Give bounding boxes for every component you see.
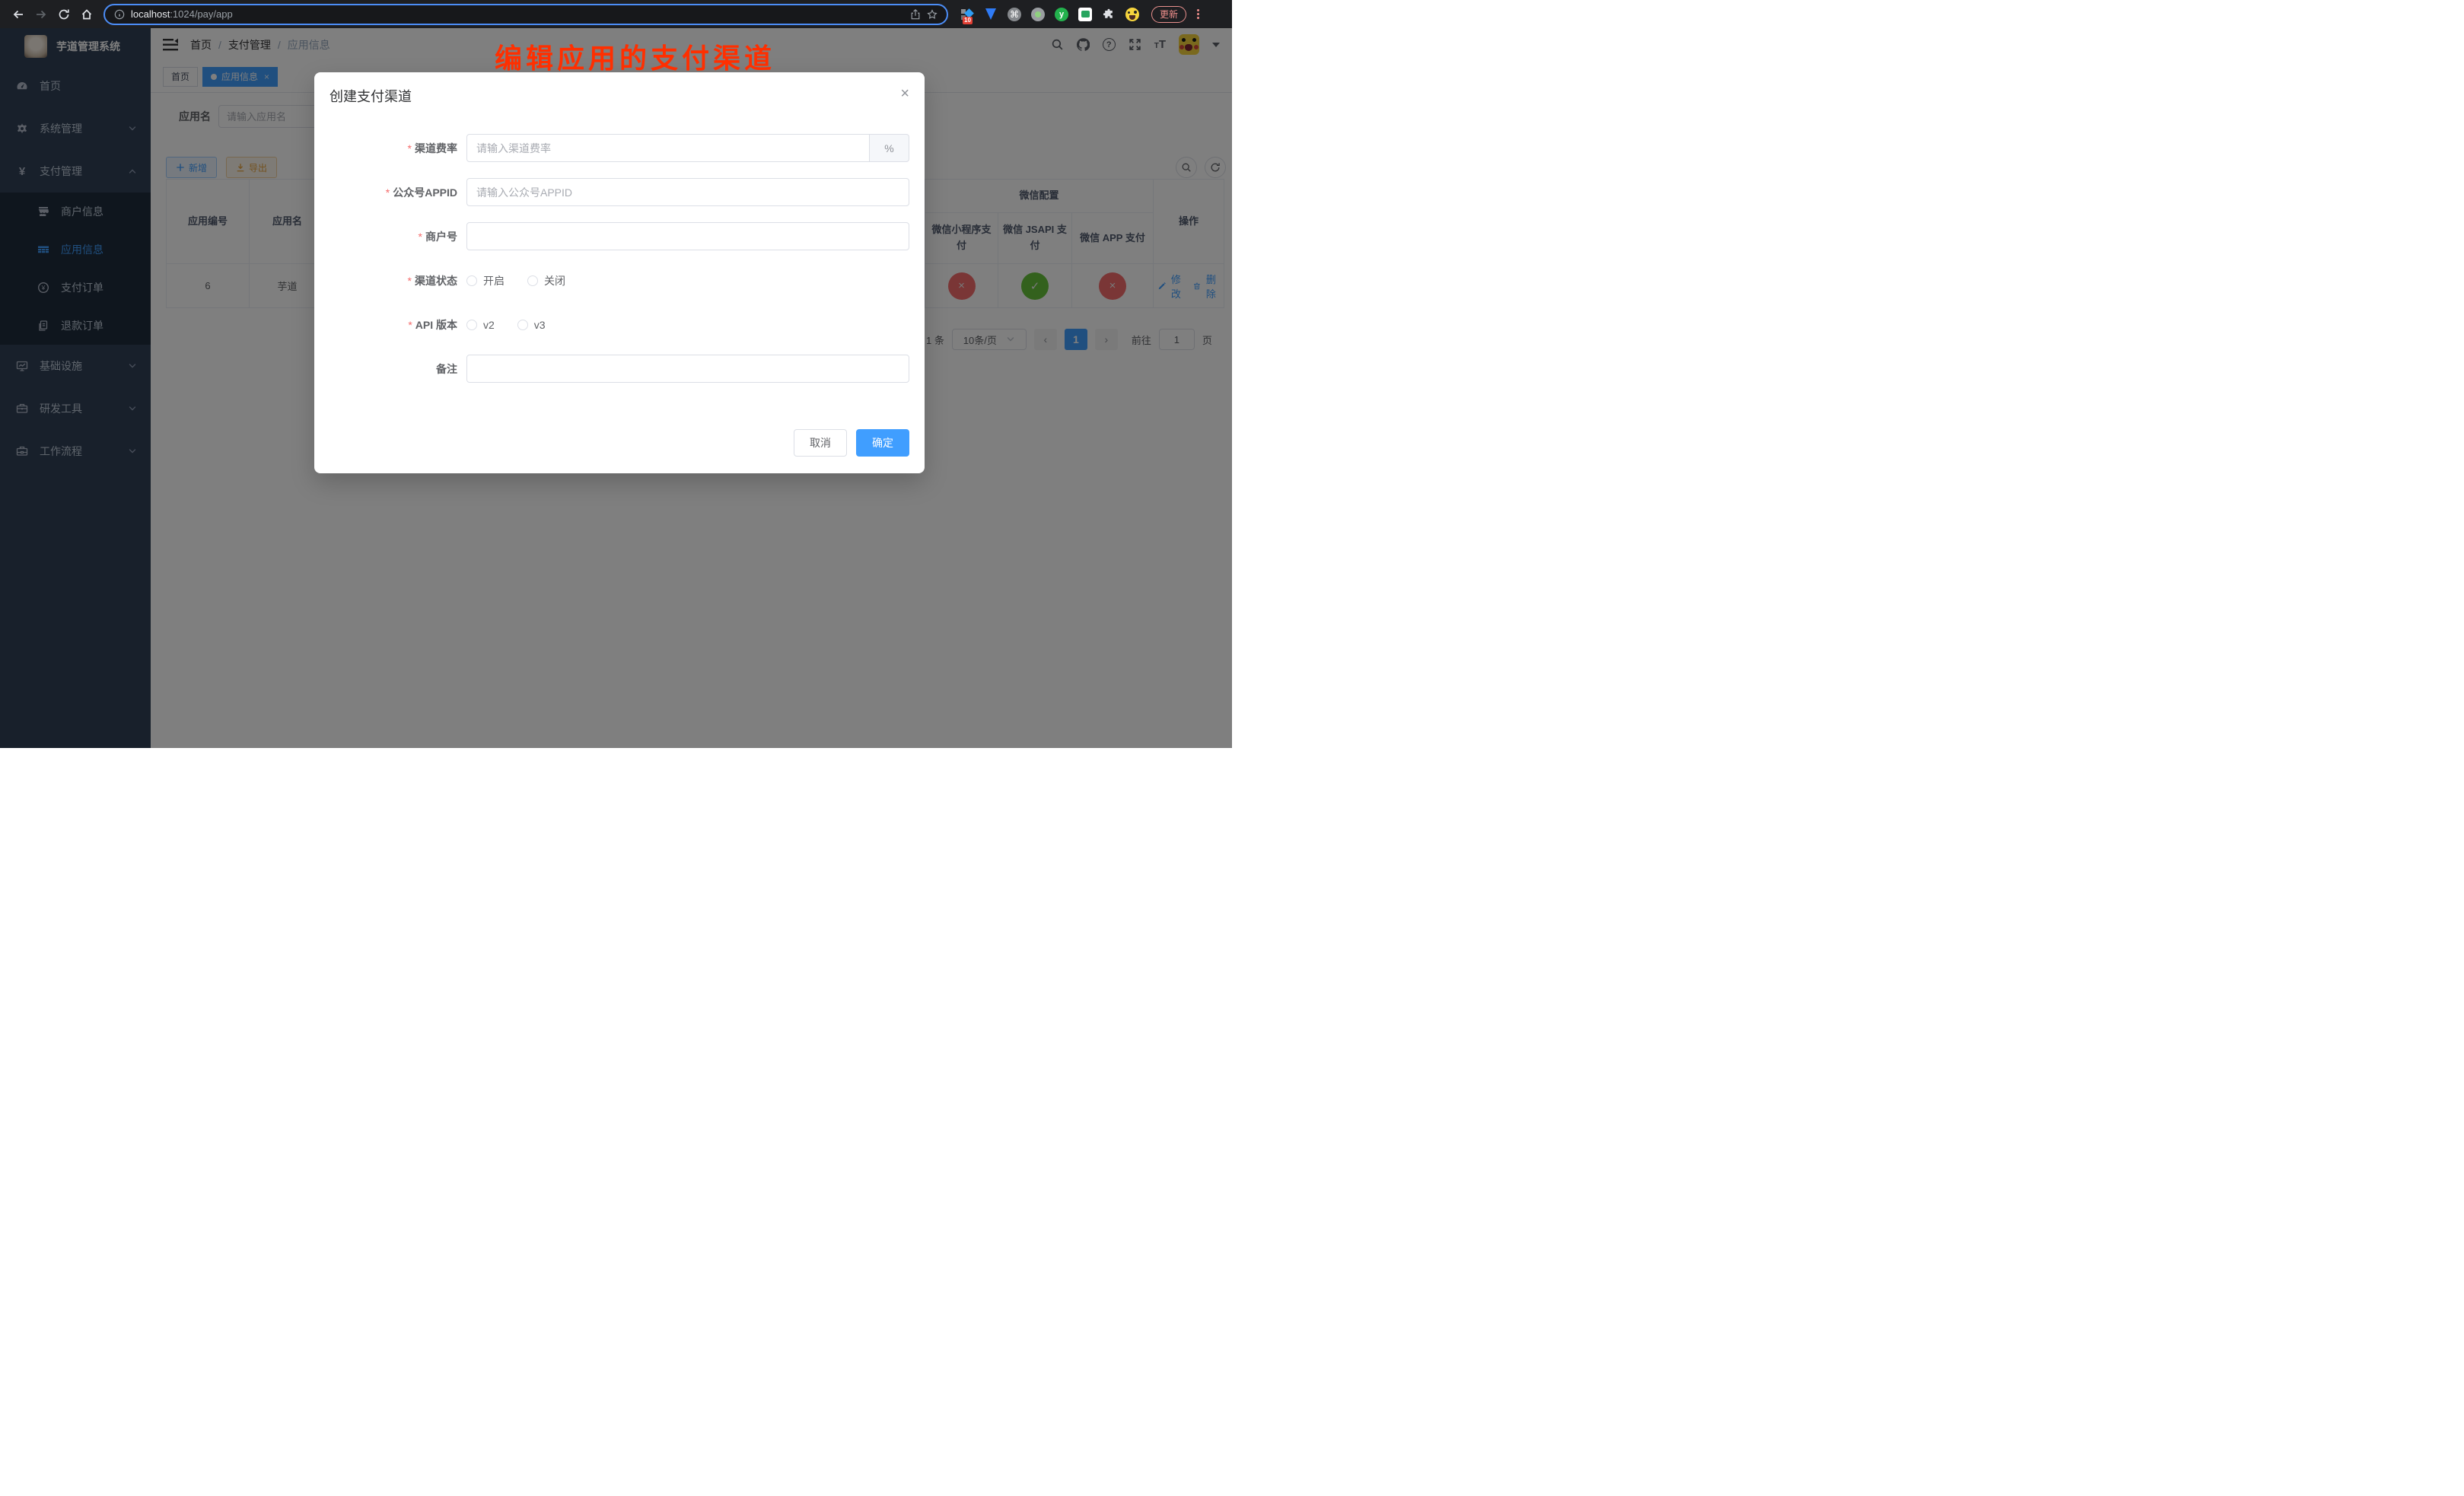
confirm-button[interactable]: 确定 xyxy=(856,429,909,457)
form-row-appid: *公众号APPID xyxy=(329,178,909,206)
percent-suffix: % xyxy=(870,134,909,162)
required-asterisk: * xyxy=(419,231,422,243)
browser-toolbar: localhost:1024/pay/app 10 ⌘ y xyxy=(0,0,1232,28)
radio-circle-icon xyxy=(517,320,528,330)
url-text: localhost:1024/pay/app xyxy=(131,8,233,20)
channel-status-radio-group: 开启 关闭 xyxy=(466,273,565,288)
share-icon[interactable] xyxy=(910,9,921,20)
field-label: 渠道状态 xyxy=(415,275,457,287)
dialog-form: *渠道费率 % *公众号APPID *商户号 *渠道状态 xyxy=(329,134,909,383)
extension-row: 10 ⌘ y xyxy=(960,8,1139,21)
extension-recorder-icon[interactable] xyxy=(1031,8,1045,21)
browser-menu-icon[interactable] xyxy=(1195,8,1201,21)
extension-chat-icon[interactable] xyxy=(1078,8,1092,21)
tutorial-annotation: 编辑应用的支付渠道 xyxy=(495,37,775,76)
dialog-title: 创建支付渠道 xyxy=(329,88,909,107)
remark-input[interactable] xyxy=(466,355,909,383)
form-row-fee-rate: *渠道费率 % xyxy=(329,134,909,162)
field-label: 商户号 xyxy=(425,231,457,243)
extension-wallet-icon[interactable]: 10 xyxy=(960,8,974,21)
merchant-id-input[interactable] xyxy=(466,222,909,250)
required-asterisk: * xyxy=(408,275,412,287)
required-asterisk: * xyxy=(386,186,390,199)
radio-v3[interactable]: v3 xyxy=(517,319,546,331)
close-icon[interactable]: × xyxy=(900,86,909,101)
appid-input[interactable] xyxy=(466,178,909,206)
bookmark-star-icon[interactable] xyxy=(927,9,938,20)
radio-circle-icon xyxy=(527,275,538,286)
required-asterisk: * xyxy=(408,319,412,331)
browser-back-icon[interactable] xyxy=(8,4,29,25)
field-label: 备注 xyxy=(436,363,457,375)
profile-avatar-icon[interactable] xyxy=(1125,8,1139,21)
fee-rate-input[interactable] xyxy=(466,134,870,162)
browser-home-icon[interactable] xyxy=(76,4,97,25)
form-row-channel-status: *渠道状态 开启 关闭 xyxy=(329,266,909,294)
form-row-remark: 备注 xyxy=(329,355,909,383)
create-pay-channel-dialog: 创建支付渠道 × *渠道费率 % *公众号APPID *商户号 * xyxy=(314,72,925,473)
radio-v2[interactable]: v2 xyxy=(466,319,495,331)
form-row-merchant-id: *商户号 xyxy=(329,222,909,250)
extension-command-icon[interactable]: ⌘ xyxy=(1008,8,1021,21)
field-label: 公众号APPID xyxy=(393,186,457,199)
site-info-icon[interactable] xyxy=(114,9,125,20)
extension-y-icon[interactable]: y xyxy=(1055,8,1068,21)
radio-enable[interactable]: 开启 xyxy=(466,273,505,288)
cancel-button[interactable]: 取消 xyxy=(794,429,847,457)
browser-forward-icon[interactable] xyxy=(30,4,52,25)
browser-reload-icon[interactable] xyxy=(53,4,75,25)
required-asterisk: * xyxy=(408,142,412,154)
api-version-radio-group: v2 v3 xyxy=(466,319,546,331)
field-label: API 版本 xyxy=(415,319,457,331)
address-bar[interactable]: localhost:1024/pay/app xyxy=(103,4,948,25)
extension-kite-icon[interactable] xyxy=(984,8,998,21)
form-row-api-version: *API 版本 v2 v3 xyxy=(329,310,909,339)
browser-update-button[interactable]: 更新 xyxy=(1151,6,1186,23)
extensions-puzzle-icon[interactable] xyxy=(1102,8,1116,21)
radio-disable[interactable]: 关闭 xyxy=(527,273,565,288)
dialog-footer: 取消 确定 xyxy=(329,429,909,457)
radio-circle-icon xyxy=(466,275,477,286)
radio-circle-icon xyxy=(466,320,477,330)
field-label: 渠道费率 xyxy=(415,142,457,154)
